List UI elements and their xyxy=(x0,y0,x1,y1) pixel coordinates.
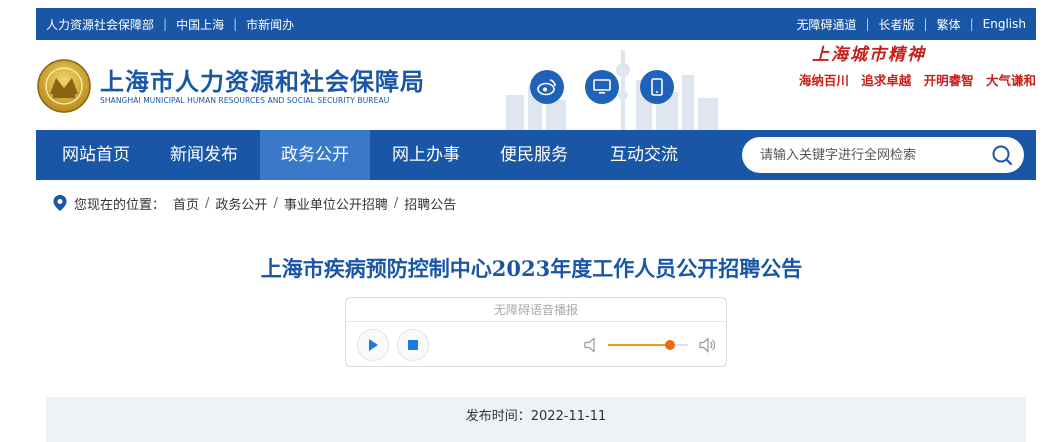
search-icon[interactable] xyxy=(990,143,1014,167)
volume-high-icon[interactable] xyxy=(699,337,715,353)
weibo-icon xyxy=(537,79,556,96)
nav-item-news[interactable]: 新闻发布 xyxy=(152,130,256,180)
stop-icon xyxy=(408,340,418,350)
breadcrumb-recruitment[interactable]: 事业单位公开招聘 xyxy=(284,194,388,213)
nav-item-interaction[interactable]: 互动交流 xyxy=(592,130,696,180)
site-title-english: SHANGHAI MUNICIPAL HUMAN RESOURCES AND S… xyxy=(100,96,390,105)
breadcrumb: 您现在的位置： 首页 / 政务公开 / 事业单位公开招聘 / 招聘公告 xyxy=(52,194,456,213)
play-icon xyxy=(369,339,378,351)
spirit-word: 追求卓越 xyxy=(861,73,912,88)
volume-fill xyxy=(608,344,671,346)
separator: | xyxy=(865,17,870,31)
breadcrumb-separator: / xyxy=(205,195,210,211)
city-spirit-words: 海纳百川 追求卓越 开明睿智 大气谦和 xyxy=(791,70,1036,89)
main-nav: 网站首页 新闻发布 政务公开 网上办事 便民服务 互动交流 xyxy=(36,130,1036,180)
volume-slider[interactable] xyxy=(608,340,688,350)
publish-time: 发布时间：2022-11-11 xyxy=(465,409,607,424)
volume-low-icon[interactable] xyxy=(584,337,598,353)
separator: | xyxy=(923,17,928,31)
separator: | xyxy=(163,17,168,31)
separator: | xyxy=(969,17,974,31)
article-title: 上海市疾病预防控制中心2023年度工作人员公开招聘公告 xyxy=(260,256,803,281)
link-china-shanghai[interactable]: 中国上海 xyxy=(176,16,224,33)
voice-player: 无障碍语音播报 xyxy=(345,297,727,367)
volume-knob[interactable] xyxy=(665,340,676,350)
nav-item-public-services[interactable]: 便民服务 xyxy=(482,130,586,180)
mobile-button[interactable] xyxy=(640,70,674,104)
nav-item-online-services[interactable]: 网上办事 xyxy=(374,130,478,180)
top-links-left: 人力资源社会保障部 | 中国上海 | 市新闻办 xyxy=(46,8,294,40)
article-meta-bar: 发布时间：2022-11-11 xyxy=(46,397,1026,442)
breadcrumb-home[interactable]: 首页 xyxy=(173,194,199,213)
spirit-word: 大气谦和 xyxy=(985,73,1036,88)
breadcrumb-separator: / xyxy=(273,195,278,211)
search-box xyxy=(742,137,1024,173)
breadcrumb-gov-affairs[interactable]: 政务公开 xyxy=(215,194,267,213)
stop-button[interactable] xyxy=(397,329,429,361)
desktop-button[interactable] xyxy=(585,70,619,104)
location-pin-icon xyxy=(53,195,67,211)
mobile-icon xyxy=(651,78,663,96)
nav-item-home[interactable]: 网站首页 xyxy=(44,130,148,180)
breadcrumb-announcements[interactable]: 招聘公告 xyxy=(404,194,456,213)
link-mohrss[interactable]: 人力资源社会保障部 xyxy=(46,16,154,33)
weibo-button[interactable] xyxy=(530,70,564,104)
monitor-icon xyxy=(593,79,611,94)
link-elder-version[interactable]: 长者版 xyxy=(879,16,915,33)
top-links-right: 无障碍通道 | 长者版 | 繁体 | English xyxy=(796,8,1026,40)
play-button[interactable] xyxy=(357,329,389,361)
link-traditional[interactable]: 繁体 xyxy=(937,16,961,33)
breadcrumb-label: 您现在的位置： xyxy=(74,197,166,213)
bureau-logo-icon[interactable] xyxy=(36,58,92,114)
nav-item-gov-affairs[interactable]: 政务公开 xyxy=(260,130,370,180)
site-title[interactable]: 上海市人力资源和社会保障局 xyxy=(100,62,425,97)
spirit-word: 开明睿智 xyxy=(923,73,974,88)
site-header: 上海市人力资源和社会保障局 SHANGHAI MUNICIPAL HUMAN R… xyxy=(36,40,1036,130)
search-input[interactable] xyxy=(760,137,980,173)
city-spirit-title: 上海城市精神 xyxy=(812,45,926,65)
separator: | xyxy=(233,17,238,31)
player-label: 无障碍语音播报 xyxy=(346,298,726,322)
link-accessibility[interactable]: 无障碍通道 xyxy=(796,16,856,33)
top-utility-bar: 人力资源社会保障部 | 中国上海 | 市新闻办 无障碍通道 | 长者版 | 繁体… xyxy=(36,8,1036,40)
link-english[interactable]: English xyxy=(983,17,1026,31)
spirit-word: 海纳百川 xyxy=(798,73,849,88)
link-news-office[interactable]: 市新闻办 xyxy=(246,16,294,33)
breadcrumb-separator: / xyxy=(393,195,399,211)
